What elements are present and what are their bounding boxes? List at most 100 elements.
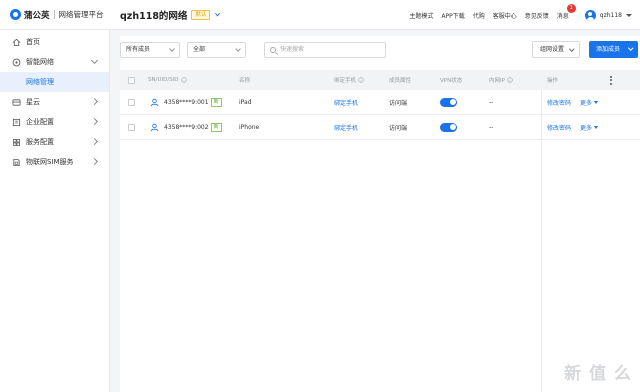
search-input[interactable]: 快速搜索 bbox=[264, 42, 386, 58]
chevron-down-icon bbox=[90, 56, 99, 65]
chevron-right-icon bbox=[90, 157, 99, 166]
search-placeholder: 快速搜索 bbox=[280, 46, 305, 53]
more-label: 更多 bbox=[580, 124, 593, 132]
column-header-actions: 操作 bbox=[547, 78, 559, 84]
header-nav: 主题模式 APP下载 代购 客服中心 意见反馈 消息 1 qzh118 bbox=[401, 0, 632, 30]
sidebar-item-service-config[interactable]: 服务配置 bbox=[0, 132, 109, 152]
sidebar-item-label: 星云 bbox=[26, 98, 40, 106]
sim-icon bbox=[13, 158, 20, 166]
sidebar-item-enterprise-config[interactable]: 企业配置 bbox=[0, 112, 109, 132]
change-password-link[interactable]: 修改密码 bbox=[547, 90, 571, 114]
network-icon bbox=[12, 58, 21, 66]
member-filter-select[interactable]: 所有成员 bbox=[120, 42, 180, 58]
column-header-ip: 内网IP bbox=[489, 70, 513, 90]
caret-down-icon bbox=[626, 13, 632, 17]
select-all-checkbox[interactable] bbox=[128, 76, 135, 84]
user-icon bbox=[150, 123, 159, 131]
new-badge: 新 bbox=[210, 122, 222, 132]
chevron-down-icon bbox=[235, 46, 241, 52]
device-id-cell: 4358****9:002 新 bbox=[150, 115, 222, 139]
table-row: 4358****9:002 新 iPhone 绑定手机 访问端 -- 修改密码 … bbox=[120, 115, 640, 140]
group-settings-label: 组网设置 bbox=[540, 46, 565, 53]
change-password-link[interactable]: 修改密码 bbox=[547, 115, 571, 139]
brand-name: 蒲公英 bbox=[24, 10, 50, 21]
table-header: SN/UID/SID 名称 绑定手机 成员属性 VPN状态 内网IP 操作 bbox=[120, 70, 640, 90]
sidebar-item-nebula[interactable]: 星云 bbox=[0, 92, 109, 112]
chevron-right-icon bbox=[90, 117, 99, 126]
app-root: 蒲公英 网络管理平台 qzh118的网络 默认 主题模式 APP下载 代购 客服… bbox=[0, 0, 640, 392]
sidebar-item-label: 网络管理 bbox=[26, 78, 54, 86]
info-icon[interactable] bbox=[180, 77, 187, 83]
column-header-phone: 绑定手机 bbox=[334, 70, 364, 90]
sidebar-item-label: 服务配置 bbox=[26, 138, 54, 146]
status-filter-select[interactable]: 全部 bbox=[187, 42, 246, 58]
chevron-down-icon bbox=[169, 46, 175, 52]
more-actions-dropdown[interactable]: 更多 bbox=[580, 115, 599, 139]
more-actions-dropdown[interactable]: 更多 bbox=[580, 90, 599, 114]
sidebar-item-label: 智能网络 bbox=[26, 58, 54, 66]
nav-purchase[interactable]: 代购 bbox=[473, 11, 485, 20]
sidebar-item-label: 首页 bbox=[26, 38, 40, 46]
device-id-cell: 4358****9:001 新 bbox=[150, 90, 222, 114]
main-content: 所有成员 全部 快速搜索 组网设置 添加成员 SN/UID/SID 名称 绑定手… bbox=[110, 30, 640, 392]
messages-label: 消息 bbox=[556, 12, 569, 20]
user-icon bbox=[150, 98, 159, 106]
internal-ip: -- bbox=[489, 98, 494, 106]
caret-down-icon bbox=[594, 125, 599, 129]
vpn-toggle[interactable] bbox=[440, 97, 457, 107]
sidebar-item-label: 企业配置 bbox=[26, 118, 54, 126]
search-icon bbox=[270, 47, 276, 53]
cloud-icon bbox=[12, 98, 21, 106]
chevron-right-icon bbox=[90, 137, 99, 146]
members-table: SN/UID/SID 名称 绑定手机 成员属性 VPN状态 内网IP 操作 43… bbox=[120, 70, 640, 392]
default-badge: 默认 bbox=[191, 9, 211, 20]
enterprise-icon bbox=[12, 118, 21, 126]
top-header: 蒲公英 网络管理平台 qzh118的网络 默认 主题模式 APP下载 代购 客服… bbox=[0, 0, 640, 30]
chevron-right-icon bbox=[90, 97, 99, 106]
group-settings-button[interactable]: 组网设置 bbox=[532, 41, 580, 58]
logo[interactable]: 蒲公英 网络管理平台 bbox=[0, 0, 110, 30]
bind-phone-link[interactable]: 绑定手机 bbox=[334, 90, 358, 114]
sidebar: 首页 智能网络 网络管理 星云 企业配置 服务配置 物联网SIM服务 bbox=[0, 30, 110, 392]
user-menu[interactable]: qzh118 bbox=[584, 9, 632, 21]
device-id: 4358****9:001 bbox=[164, 98, 209, 106]
nav-theme-mode[interactable]: 主题模式 bbox=[409, 11, 433, 20]
row-checkbox[interactable] bbox=[128, 98, 135, 106]
sidebar-item-label: 物联网SIM服务 bbox=[26, 158, 74, 166]
sidebar-item-iot-sim[interactable]: 物联网SIM服务 bbox=[0, 152, 109, 172]
sidebar-item-home[interactable]: 首页 bbox=[0, 32, 109, 52]
bind-phone-link[interactable]: 绑定手机 bbox=[334, 115, 358, 139]
add-member-button[interactable]: 添加成员 bbox=[589, 41, 638, 58]
add-member-label: 添加成员 bbox=[596, 46, 621, 53]
column-header-sn: SN/UID/SID bbox=[148, 70, 187, 90]
chevron-down-icon bbox=[627, 45, 633, 51]
nav-messages[interactable]: 消息 1 bbox=[556, 3, 576, 20]
nav-feedback[interactable]: 意见反馈 bbox=[525, 11, 549, 20]
column-header-attribute: 成员属性 bbox=[389, 78, 412, 84]
avatar bbox=[584, 9, 596, 21]
home-icon bbox=[12, 38, 21, 46]
internal-ip: -- bbox=[489, 123, 494, 131]
network-switch-chevron-icon[interactable] bbox=[214, 11, 221, 18]
column-settings-more-icon[interactable] bbox=[610, 75, 612, 85]
info-icon[interactable] bbox=[507, 77, 513, 83]
sidebar-item-smart-network[interactable]: 智能网络 bbox=[0, 52, 109, 72]
column-header-name: 名称 bbox=[239, 78, 251, 84]
vpn-toggle[interactable] bbox=[440, 122, 457, 132]
status-filter-value: 全部 bbox=[193, 46, 206, 53]
nav-app-download[interactable]: APP下载 bbox=[441, 11, 464, 20]
dandelion-logo-icon bbox=[10, 9, 21, 20]
platform-name: 网络管理平台 bbox=[58, 10, 104, 19]
member-attribute: 访问端 bbox=[389, 124, 408, 132]
device-id: 4358****9:002 bbox=[164, 123, 209, 131]
info-icon[interactable] bbox=[358, 77, 364, 83]
network-title[interactable]: qzh118的网络 bbox=[120, 8, 187, 22]
sidebar-item-network-management[interactable]: 网络管理 bbox=[0, 72, 109, 92]
table-row: 4358****9:001 新 iPad 绑定手机 访问端 -- 修改密码 更多 bbox=[120, 90, 640, 115]
members-panel: 所有成员 全部 快速搜索 组网设置 添加成员 SN/UID/SID 名称 绑定手… bbox=[120, 36, 640, 392]
logo-divider bbox=[53, 10, 55, 19]
nav-support-center[interactable]: 客服中心 bbox=[493, 11, 517, 20]
device-name: iPad bbox=[239, 98, 252, 106]
service-icon bbox=[12, 138, 21, 146]
row-checkbox[interactable] bbox=[128, 123, 135, 131]
